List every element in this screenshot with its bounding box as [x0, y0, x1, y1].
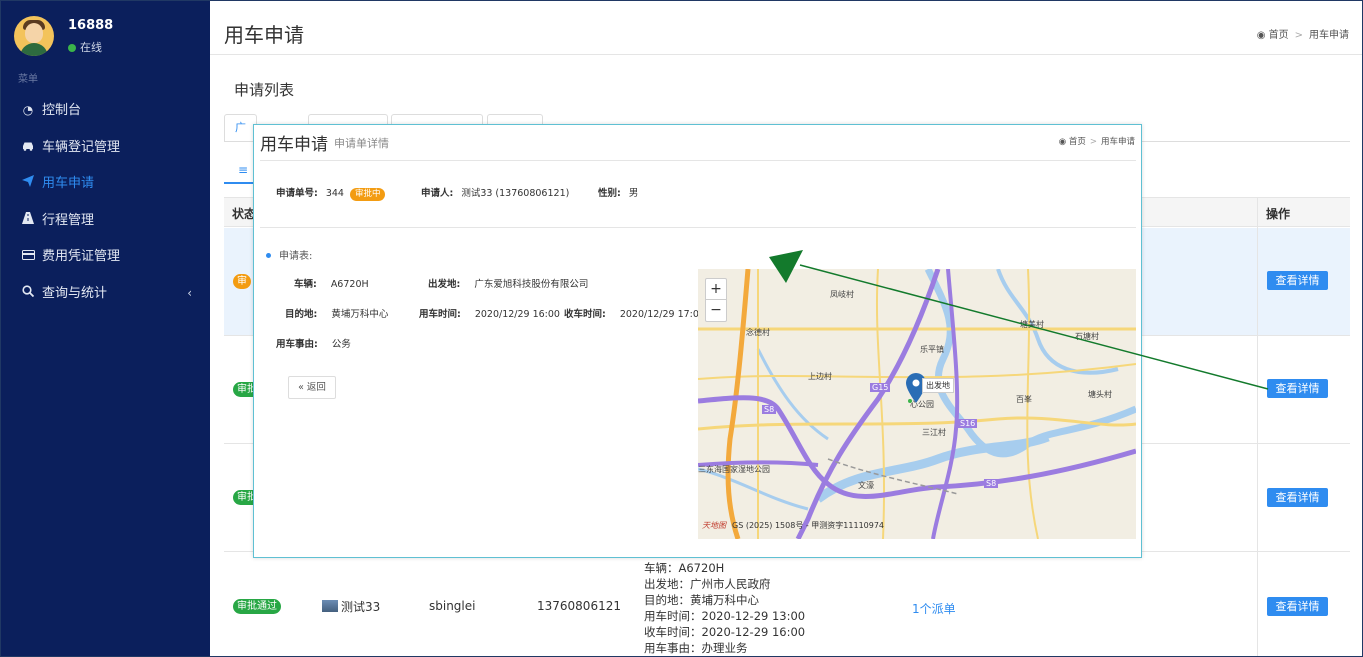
breadcrumb-separator: >: [1294, 30, 1303, 41]
map-place-label: 凤岐村: [830, 290, 854, 299]
view-details-button[interactable]: 查看详情: [1267, 271, 1328, 290]
chevron-left-icon: ‹: [187, 285, 192, 300]
map-place-label: 塘美村: [1020, 320, 1044, 329]
road-shield: S16: [958, 419, 978, 428]
sidebar-item-dashboard[interactable]: ◔ 控制台: [0, 92, 210, 129]
detail-subtitle: 申请单详情: [334, 137, 389, 150]
home-icon: ◉: [1256, 30, 1266, 41]
road-icon: [20, 202, 36, 239]
column-operation: 操作: [1266, 207, 1291, 221]
order-number: 申请单号: 344 审批中: [276, 185, 386, 201]
user-panel: 16888 在线: [14, 16, 204, 56]
map-place-label: 心公园: [910, 400, 934, 409]
reason-field: 用车事由: 公务: [276, 339, 351, 350]
vehicle-field: 车辆: A6720H: [294, 279, 369, 290]
detail-divider: [260, 160, 1136, 161]
credit-card-icon: [20, 238, 36, 275]
operation-column-divider: [1257, 197, 1258, 657]
map-place-label: 百峯: [1016, 395, 1032, 404]
sidebar-item-vehicle-registration[interactable]: 车辆登记管理: [0, 129, 210, 166]
breadcrumb: ◉ 首页 > 用车申请: [1257, 26, 1349, 41]
list-title: 申请列表: [234, 81, 295, 99]
detail-breadcrumb-current: 用车申请: [1100, 137, 1135, 147]
application-detail-panel: 用车申请 申请单详情 ◉ 首页 > 用车申请 申请单号: 344 审批中 申请人: 测试3…: [253, 124, 1142, 558]
gender-info: 性别: 男: [598, 188, 639, 199]
zoom-out-button[interactable]: −: [706, 300, 726, 321]
online-dot-icon: [68, 44, 76, 52]
list-icon: ≡: [238, 163, 249, 177]
detail-breadcrumb-home[interactable]: 首页: [1069, 137, 1086, 147]
table-row[interactable]: 审批通过 测试33 sbinglei 13760806121 车辆：A6720H…: [224, 552, 1350, 657]
detail-title: 用车申请: [260, 135, 328, 155]
route-map[interactable]: + − 凤岐村 念德村 乐平镇 上边村 三江村 百峯 塘头村 石塘村 塘美村 文…: [698, 269, 1136, 539]
car-icon: [20, 129, 36, 166]
dispatch-link[interactable]: 1个派单: [912, 600, 956, 617]
map-place-label: 三东海国家湿地公园: [698, 465, 770, 474]
zoom-in-button[interactable]: +: [706, 279, 726, 300]
map-zoom-control: + −: [705, 278, 727, 322]
map-place-label: 文濠: [858, 481, 874, 490]
dashboard-icon: ◔: [22, 103, 34, 117]
status-badge: 审: [233, 274, 251, 289]
username: 16888: [68, 18, 114, 33]
page-title: 用车申请: [224, 23, 304, 47]
map-attribution: 天地图 GS (2025) 1508号 - 甲测资字11110974: [702, 521, 885, 530]
order-status-badge: 审批中: [349, 188, 386, 201]
map-place-label: 石塘村: [1075, 332, 1099, 341]
application-details-cell: 车辆：A6720H 出发地：广州市人民政府 目的地：黄埔万科中心 用车时间：20…: [644, 561, 806, 655]
detail-divider: [260, 227, 1136, 228]
online-status: 在线: [68, 39, 102, 55]
sidebar-item-trip-management[interactable]: 行程管理: [0, 202, 210, 239]
sidebar-item-expense-vouchers[interactable]: 费用凭证管理: [0, 238, 210, 275]
home-icon: ◉: [1058, 137, 1067, 147]
sidebar: 16888 在线 菜单 ◔ 控制台 车辆登记管理 用车申请 行程管理 费用凭证管理: [0, 0, 210, 657]
origin-field: 出发地: 广东爱旭科技股份有限公司: [428, 279, 589, 290]
breadcrumb-current: 用车申请: [1309, 30, 1349, 41]
applicant-info: 申请人: 测试33 (13760806121): [421, 188, 570, 199]
sidebar-item-query-statistics[interactable]: 查询与统计 ‹: [0, 275, 210, 312]
paper-plane-icon: [20, 165, 36, 202]
applicant-cell: 测试33: [322, 598, 380, 615]
bullet-icon: [266, 253, 271, 258]
detail-breadcrumb: ◉ 首页 > 用车申请: [1058, 137, 1135, 147]
map-place-label: 念德村: [746, 328, 770, 337]
origin-pin-label[interactable]: 出发地: [922, 378, 954, 393]
account-cell: sbinglei: [429, 599, 476, 613]
road-shield: S8: [762, 405, 777, 414]
sidebar-item-vehicle-application[interactable]: 用车申请: [0, 165, 210, 202]
avatar[interactable]: [14, 16, 54, 56]
map-place-label: 塘头村: [1088, 390, 1112, 399]
view-details-button[interactable]: 查看详情: [1267, 597, 1328, 616]
view-details-button[interactable]: 查看详情: [1267, 488, 1328, 507]
road-shield: G15: [870, 383, 891, 392]
applicant-avatar: [322, 600, 338, 612]
back-button[interactable]: « 返回: [288, 376, 336, 399]
breadcrumb-home[interactable]: 首页: [1269, 30, 1289, 41]
menu-title: 菜单: [18, 74, 38, 85]
form-heading: 申请表:: [266, 247, 312, 262]
view-details-button[interactable]: 查看详情: [1267, 379, 1328, 398]
map-place-label: 三江村: [922, 428, 946, 437]
destination-field: 目的地: 黄埔万科中心: [285, 309, 389, 320]
map-place-label: 上边村: [808, 372, 832, 381]
sidebar-nav: ◔ 控制台 车辆登记管理 用车申请 行程管理 费用凭证管理 查询与统计 ‹: [0, 92, 210, 311]
road-shield: S8: [984, 479, 999, 488]
header-divider: [210, 54, 1363, 55]
phone-cell: 13760806121: [537, 599, 621, 613]
use-time-field: 用车时间: 2020/12/29 16:00: [419, 309, 560, 320]
map-brand-logo: 天地图: [702, 521, 726, 530]
search-icon: [20, 275, 36, 312]
status-badge: 审批通过: [233, 599, 281, 614]
return-time-field: 收车时间: 2020/12/29 17:00: [564, 309, 705, 320]
map-place-label: 乐平镇: [920, 345, 944, 354]
